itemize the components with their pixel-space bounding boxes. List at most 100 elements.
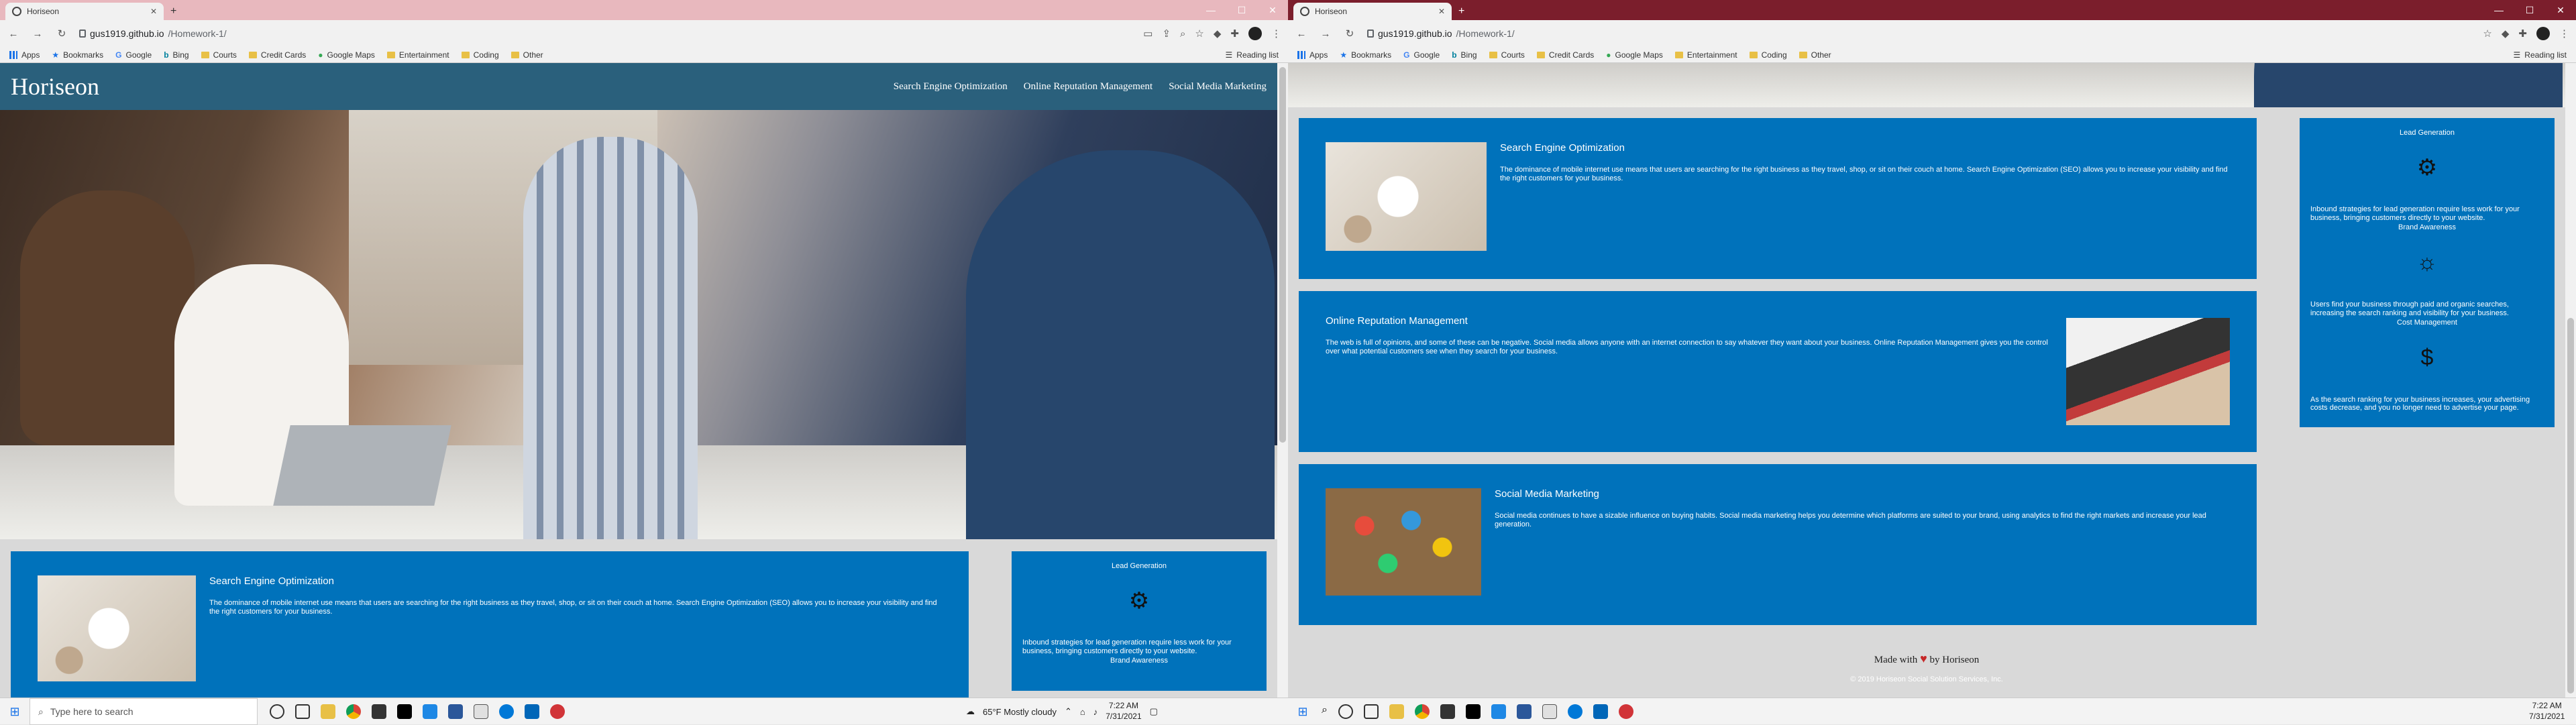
close-window-button[interactable]: ✕: [2545, 0, 2576, 20]
publisher-icon[interactable]: [474, 704, 488, 719]
nav-link-seo[interactable]: Search Engine Optimization: [894, 81, 1008, 93]
back-icon[interactable]: ←: [7, 28, 20, 40]
bookmark-credit-cards[interactable]: Credit Cards: [1536, 50, 1594, 60]
bookmark-bookmarks[interactable]: ★ Bookmarks: [52, 50, 103, 60]
search-icon[interactable]: ⌕: [1322, 704, 1328, 719]
address-bar[interactable]: gus1919.github.io/Homework-1/: [79, 28, 1132, 39]
maximize-button[interactable]: ☐: [2514, 0, 2545, 20]
word-icon[interactable]: [448, 704, 463, 719]
zoom-icon[interactable]: ⌕: [1180, 28, 1185, 40]
app-icon[interactable]: [1618, 704, 1633, 719]
windows-start-icon[interactable]: ⊞: [1288, 705, 1318, 719]
word-icon[interactable]: [1516, 704, 1532, 719]
forward-icon[interactable]: →: [1319, 28, 1332, 40]
clock[interactable]: 7:22 AM 7/31/2021: [1106, 701, 1141, 722]
reload-icon[interactable]: ↻: [55, 27, 68, 40]
bookmark-bing[interactable]: b Bing: [1452, 50, 1477, 60]
task-view-icon[interactable]: [1363, 704, 1379, 719]
minimize-button[interactable]: —: [1195, 0, 1226, 20]
taskbar-search[interactable]: ⌕ Type here to search: [30, 698, 258, 725]
menu-dots-icon[interactable]: ⋮: [1271, 27, 1281, 40]
menu-dots-icon[interactable]: ⋮: [2559, 27, 2569, 40]
terminal-icon[interactable]: [397, 704, 412, 719]
tray-chevron-icon[interactable]: ⌃: [1065, 706, 1072, 717]
reading-list-button[interactable]: ☰ Reading list: [1226, 50, 1279, 60]
maximize-button[interactable]: ☐: [1226, 0, 1257, 20]
page-viewport[interactable]: Horiseon Search Engine Optimization Onli…: [0, 63, 1277, 698]
task-view-icon[interactable]: [295, 704, 310, 719]
terminal-icon[interactable]: [1465, 704, 1481, 719]
bookmark-star-icon[interactable]: ☆: [2483, 27, 2491, 40]
bookmark-other[interactable]: Other: [511, 50, 543, 60]
publisher-icon[interactable]: [1542, 704, 1557, 719]
chrome-icon[interactable]: [346, 704, 361, 719]
browser-tab[interactable]: Horiseon ✕: [5, 3, 164, 20]
reading-list-button[interactable]: ☰ Reading list: [2514, 50, 2567, 60]
site-logo[interactable]: Horiseon: [11, 72, 894, 101]
bookmark-google[interactable]: G Google: [1403, 50, 1440, 60]
windows-start-icon[interactable]: ⊞: [0, 705, 30, 719]
page-scrollbar[interactable]: [2565, 63, 2576, 698]
file-explorer-icon[interactable]: [1389, 704, 1404, 719]
scrollbar-thumb[interactable]: [2567, 318, 2574, 693]
store-icon[interactable]: [372, 704, 386, 719]
bookmark-bing[interactable]: b Bing: [164, 50, 189, 60]
bookmark-coding[interactable]: Coding: [461, 50, 499, 60]
notifications-icon[interactable]: ▢: [1150, 706, 1158, 717]
new-tab-button[interactable]: +: [1458, 5, 1464, 17]
bookmark-courts[interactable]: Courts: [201, 50, 237, 60]
vscode-icon[interactable]: [525, 704, 539, 719]
cortana-icon[interactable]: [270, 704, 284, 719]
bookmark-entertainment[interactable]: Entertainment: [1674, 50, 1737, 60]
close-window-button[interactable]: ✕: [1257, 0, 1288, 20]
page-viewport[interactable]: Search Engine Optimization The dominance…: [1288, 63, 2565, 698]
chrome-icon[interactable]: [1414, 704, 1430, 719]
bookmark-apps[interactable]: Apps: [9, 50, 40, 60]
bookmark-apps[interactable]: Apps: [1297, 50, 1328, 60]
nav-link-orm[interactable]: Online Reputation Management: [1024, 81, 1152, 93]
browser-tab[interactable]: Horiseon ✕: [1293, 3, 1452, 20]
cortana-icon[interactable]: [1338, 704, 1353, 719]
bookmark-entertainment[interactable]: Entertainment: [386, 50, 449, 60]
nav-link-smm[interactable]: Social Media Marketing: [1169, 81, 1267, 93]
minimize-button[interactable]: —: [2483, 0, 2514, 20]
cast-icon[interactable]: ▭: [1143, 27, 1152, 40]
extensions-puzzle-icon[interactable]: ✚: [2518, 27, 2527, 40]
page-scrollbar[interactable]: [1277, 63, 1288, 698]
scrollbar-thumb[interactable]: [1279, 67, 1286, 443]
volume-icon[interactable]: ♪: [1093, 707, 1098, 717]
profile-avatar[interactable]: [1248, 27, 1262, 40]
bookmark-other[interactable]: Other: [1799, 50, 1831, 60]
bookmark-google-maps[interactable]: ● Google Maps: [318, 50, 375, 60]
store-icon[interactable]: [1440, 704, 1455, 719]
network-icon[interactable]: ⌂: [1080, 707, 1085, 717]
new-tab-button[interactable]: +: [170, 5, 176, 17]
address-bar[interactable]: gus1919.github.io/Homework-1/: [1367, 28, 2472, 39]
back-icon[interactable]: ←: [1295, 28, 1308, 40]
vscode-icon[interactable]: [1593, 704, 1608, 719]
file-explorer-icon[interactable]: [321, 704, 335, 719]
skype-icon[interactable]: [1491, 704, 1506, 719]
bookmark-google[interactable]: G Google: [115, 50, 152, 60]
extension-icon[interactable]: ◆: [1214, 27, 1222, 40]
bookmark-google-maps[interactable]: ● Google Maps: [1606, 50, 1663, 60]
clock[interactable]: 7:22 AM 7/31/2021: [2529, 701, 2565, 722]
reload-icon[interactable]: ↻: [1343, 27, 1356, 40]
forward-icon[interactable]: →: [31, 28, 44, 40]
bookmark-star-icon[interactable]: ☆: [1195, 27, 1203, 40]
bookmark-credit-cards[interactable]: Credit Cards: [248, 50, 306, 60]
extension-icon[interactable]: ◆: [2502, 27, 2510, 40]
bookmark-courts[interactable]: Courts: [1489, 50, 1525, 60]
profile-avatar[interactable]: [2536, 27, 2550, 40]
weather-text[interactable]: 65°F Mostly cloudy: [983, 707, 1057, 717]
share-icon[interactable]: ⇪: [1162, 27, 1171, 40]
edge-icon[interactable]: [499, 704, 514, 719]
edge-icon[interactable]: [1567, 704, 1582, 719]
extensions-puzzle-icon[interactable]: ✚: [1230, 27, 1239, 40]
close-tab-icon[interactable]: ✕: [150, 7, 157, 16]
skype-icon[interactable]: [423, 704, 437, 719]
bookmark-coding[interactable]: Coding: [1749, 50, 1787, 60]
app-icon[interactable]: [550, 704, 565, 719]
close-tab-icon[interactable]: ✕: [1438, 7, 1445, 16]
bookmark-bookmarks[interactable]: ★ Bookmarks: [1340, 50, 1391, 60]
